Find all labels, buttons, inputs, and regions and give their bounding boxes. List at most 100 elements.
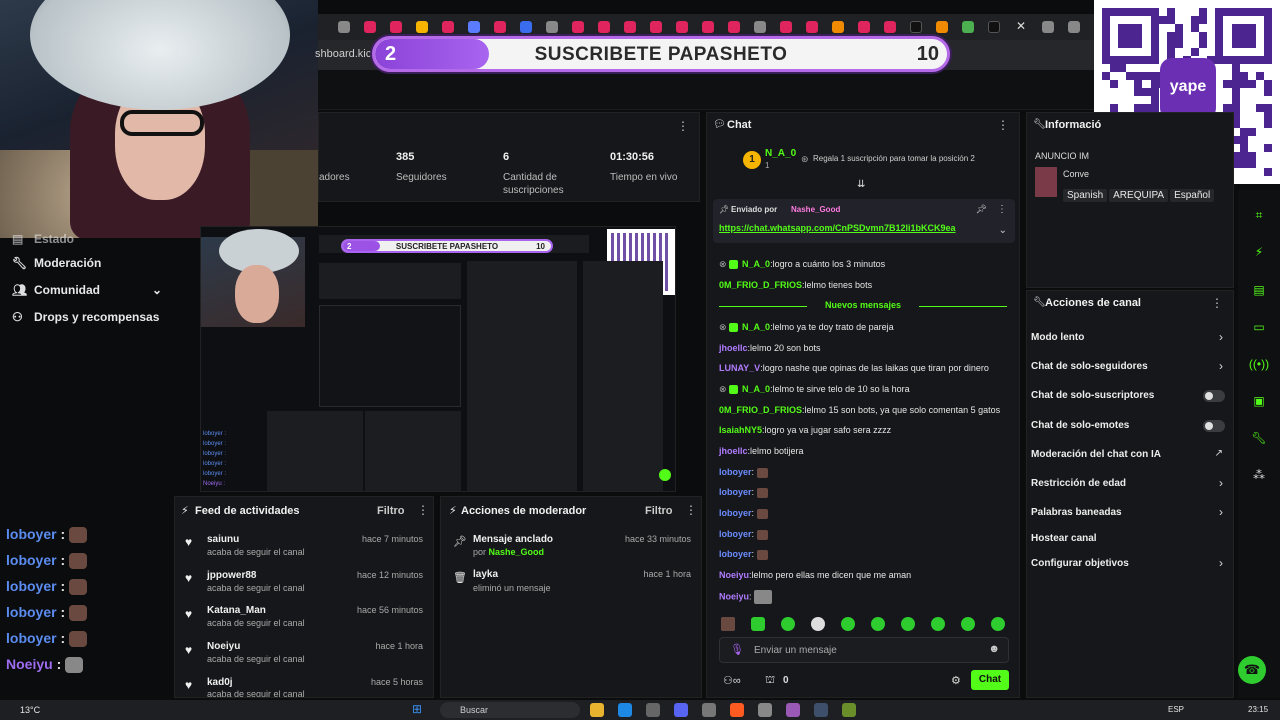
chat-message[interactable]: LUNAY_V:logro nashe que opinas de las la… <box>719 363 989 373</box>
emote-picker-item[interactable] <box>901 617 915 631</box>
chevron-right-icon[interactable]: › <box>1219 476 1223 490</box>
tab-favicon-icon[interactable] <box>936 21 948 33</box>
chat-message[interactable]: ⊗ N_A_0:lelmo te sirve telo de 10 so la … <box>719 384 910 395</box>
more-options-icon[interactable]: ⋮ <box>677 119 689 133</box>
chat-username[interactable]: N_A_0 <box>742 259 770 269</box>
edge-icon[interactable] <box>618 703 632 717</box>
emotes-only-toggle[interactable] <box>1203 420 1225 432</box>
chat-username[interactable]: Noeiyu <box>719 570 749 580</box>
tab-favicon-icon[interactable] <box>676 21 688 33</box>
chat-message[interactable]: loboyer: <box>719 487 768 498</box>
gift-prompt[interactable]: Regala 1 suscripción para tomar la posic… <box>813 154 975 163</box>
tab-favicon-icon[interactable] <box>416 21 428 33</box>
support-chat-icon[interactable]: ☎︎ <box>1238 656 1266 684</box>
chat-username[interactable]: IsaiahNY5 <box>719 425 762 435</box>
chat-username[interactable]: jhoellc <box>719 343 748 353</box>
file-explorer-icon[interactable] <box>590 703 604 717</box>
chat-username[interactable]: loboyer <box>719 508 752 518</box>
chevron-right-icon[interactable]: › <box>1219 505 1223 519</box>
tab-favicon-icon[interactable] <box>572 21 584 33</box>
chat-message[interactable]: ⊗ N_A_0:lelmo ya te doy trato de pareja <box>719 322 894 333</box>
chat-message[interactable]: Noeiyu:lelmo pero ellas me dicen que me … <box>719 570 911 580</box>
tab-favicon-icon[interactable] <box>832 21 844 33</box>
send-chat-button[interactable]: Chat <box>971 670 1009 690</box>
weather-widget[interactable]: 13°C <box>20 705 40 715</box>
steam-icon[interactable] <box>814 703 828 717</box>
taskbar-search-placeholder[interactable]: Buscar <box>460 705 488 715</box>
rail-notes-icon[interactable]: ▤ <box>1246 277 1272 303</box>
chat-username[interactable]: N_A_0 <box>742 384 770 394</box>
chat-message[interactable]: IsaiahNY5:logro ya va jugar safo sera zz… <box>719 425 891 435</box>
tab-favicon-icon[interactable] <box>390 21 402 33</box>
tab-favicon-icon[interactable] <box>780 21 792 33</box>
tab-favicon-icon[interactable] <box>364 21 376 33</box>
more-options-icon[interactable]: ⋮ <box>997 204 1007 215</box>
tab-favicon-icon[interactable] <box>1042 21 1054 33</box>
pinned-message[interactable]: 📌︎ Enviado por Nashe_Good 📌︎ ⋮ https://c… <box>713 199 1015 243</box>
chat-username[interactable]: loboyer <box>719 529 752 539</box>
top-gifter-name[interactable]: N_A_0 <box>765 148 796 159</box>
brave-icon[interactable] <box>730 703 744 717</box>
rail-layout-icon[interactable]: ▣ <box>1246 388 1272 414</box>
rail-wrench-icon[interactable]: 🔧︎ <box>1246 425 1272 451</box>
rail-chat-icon[interactable]: ▭ <box>1246 314 1272 340</box>
tab-favicon-icon[interactable] <box>884 21 896 33</box>
stream-tag[interactable]: AREQUIPA <box>1109 189 1169 202</box>
tab-favicon-icon[interactable] <box>806 21 818 33</box>
stream-tag[interactable]: Español <box>1170 189 1215 202</box>
store-icon[interactable] <box>646 703 660 717</box>
emote-picker-item[interactable] <box>811 617 825 631</box>
chat-username[interactable]: LUNAY_V <box>719 363 760 373</box>
action-slow-mode[interactable]: Modo lento <box>1031 332 1084 343</box>
feed-username[interactable]: Noeiyu <box>207 641 240 652</box>
app-icon[interactable] <box>758 703 772 717</box>
chat-message[interactable]: Noeiyu: <box>719 590 773 604</box>
pinned-user[interactable]: Nashe_Good <box>791 205 840 214</box>
chat-username[interactable]: loboyer <box>719 487 752 497</box>
sidebar-item-status[interactable]: ▤ Estado <box>12 232 74 246</box>
action-age-restriction[interactable]: Restricción de edad <box>1031 478 1126 489</box>
scroll-down-icon[interactable]: ⇊ <box>857 179 865 190</box>
tab-favicon-icon[interactable] <box>520 21 532 33</box>
category-thumbnail[interactable] <box>1035 167 1057 197</box>
more-options-icon[interactable]: ⋮ <box>417 503 429 517</box>
emote-picker-item[interactable] <box>721 617 735 631</box>
tab-favicon-icon[interactable] <box>988 21 1000 33</box>
sidebar-item-community[interactable]: 👥︎ Comunidad ⌄ <box>12 283 162 297</box>
chat-username[interactable]: 0M_FRIO_D_FRIOS <box>719 280 802 290</box>
microphone-icon[interactable]: 🎙︎ <box>730 643 744 656</box>
info-category[interactable]: Conve <box>1063 169 1089 179</box>
emoji-icon[interactable]: ☻ <box>988 643 1000 655</box>
chat-message[interactable]: jhoellc:lelmo botijera <box>719 446 804 456</box>
emote-picker-item[interactable] <box>961 617 975 631</box>
emote-picker-item[interactable] <box>781 617 795 631</box>
feed-username[interactable]: saiunu <box>207 534 239 545</box>
tab-favicon-icon[interactable] <box>338 21 350 33</box>
external-link-icon[interactable]: ↗ <box>1215 448 1223 459</box>
chat-message[interactable]: loboyer: <box>719 529 768 540</box>
sidebar-item-moderation[interactable]: 🔧︎ Moderación <box>12 256 101 270</box>
tab-favicon-icon[interactable] <box>442 21 454 33</box>
more-options-icon[interactable]: ⋮ <box>685 503 697 517</box>
action-banned-words[interactable]: Palabras baneadas <box>1031 507 1122 518</box>
action-emotes-only[interactable]: Chat de solo-emotes <box>1031 420 1129 431</box>
unpin-icon[interactable]: 📌︎ <box>976 204 987 215</box>
feed-username[interactable]: Katana_Man <box>207 605 266 616</box>
more-options-icon[interactable]: ⋮ <box>1211 296 1223 310</box>
reply-icon[interactable]: ⊗ <box>719 259 729 269</box>
mod-filter-button[interactable]: Filtro <box>645 505 673 517</box>
mod-by-user[interactable]: Nashe_Good <box>489 547 545 557</box>
chat-username[interactable]: jhoellc <box>719 446 748 456</box>
more-options-icon[interactable]: ⋮ <box>997 118 1009 132</box>
app-icon[interactable] <box>842 703 856 717</box>
chevron-right-icon[interactable]: › <box>1219 556 1223 570</box>
chat-username[interactable]: loboyer <box>719 467 752 477</box>
discord-icon[interactable] <box>674 703 688 717</box>
tab-favicon-icon[interactable] <box>962 21 974 33</box>
feed-username[interactable]: kad0j <box>207 677 233 688</box>
tab-favicon-icon[interactable] <box>494 21 506 33</box>
chevron-down-icon[interactable]: ⌄ <box>999 225 1007 236</box>
emote-picker-item[interactable] <box>871 617 885 631</box>
tab-favicon-icon[interactable] <box>546 21 558 33</box>
chat-message[interactable]: jhoellc:lelmo 20 son bots <box>719 343 821 353</box>
